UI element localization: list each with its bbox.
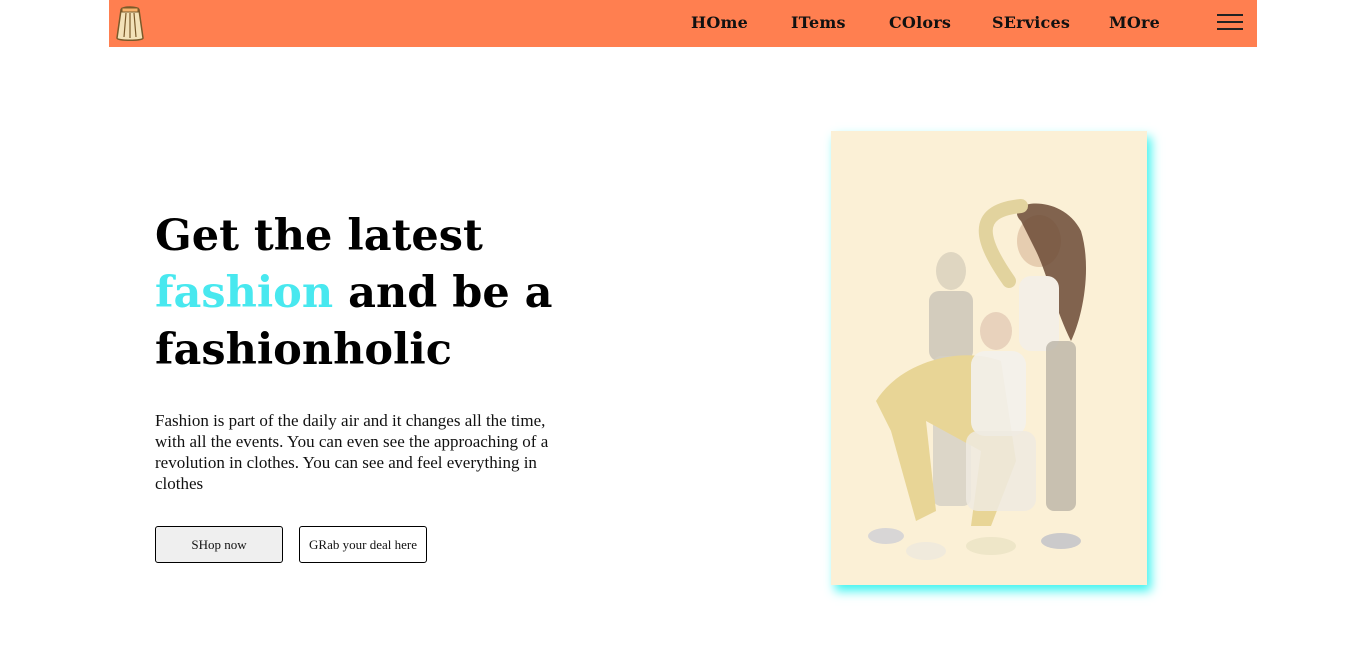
hero-image — [831, 131, 1147, 585]
nav-links: HOme ITems COlors SErvices MOre — [109, 0, 1257, 47]
hero-title: Get the latest fashion and be a fashionh… — [155, 208, 575, 379]
hamburger-menu-icon[interactable] — [1217, 14, 1243, 32]
nav-link-more[interactable]: MOre — [1109, 13, 1160, 32]
hero-title-part1: Get the latest — [155, 211, 483, 261]
nav-link-items[interactable]: ITems — [791, 13, 846, 32]
fashion-models-photo — [831, 131, 1147, 585]
top-navbar: HOme ITems COlors SErvices MOre — [109, 0, 1257, 47]
grab-deal-button[interactable]: GRab your deal here — [299, 526, 427, 563]
nav-link-home[interactable]: HOme — [691, 13, 748, 32]
hero-description: Fashion is part of the daily air and it … — [155, 411, 549, 493]
shop-now-button[interactable]: SHop now — [155, 526, 283, 563]
nav-link-services[interactable]: SErvices — [992, 13, 1070, 32]
nav-link-colors[interactable]: COlors — [889, 13, 951, 32]
hero-title-accent: fashion — [155, 268, 334, 318]
